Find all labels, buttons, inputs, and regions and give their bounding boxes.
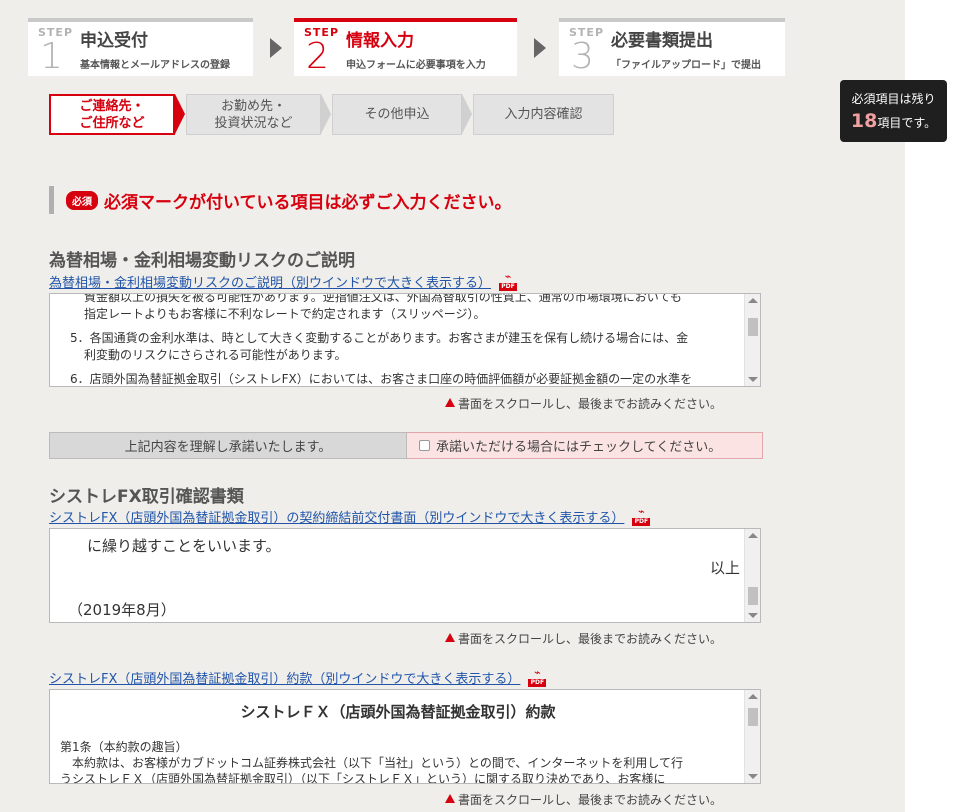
terms-body-line: 本約款は、お客様がカブドットコム証券株式会社（以下「当社」という）との間で、イン… xyxy=(72,756,684,770)
pdf-icon: ⌁ PDF xyxy=(499,271,518,291)
chevron-right-icon xyxy=(175,94,185,134)
agreement-checkbox-label: 承諾いただける場合にはチェックしてください。 xyxy=(436,440,722,455)
badge-suffix: 項目です。 xyxy=(877,116,937,130)
terms-scrollbox[interactable]: シストレＦＸ（店頭外国為替証拠金取引）約款 第1条（本約款の趣旨） 本約款は、お… xyxy=(49,689,761,784)
tab-confirm-label: 入力内容確認 xyxy=(504,107,583,122)
agreement-checkbox-cell[interactable]: 承諾いただける場合にはチェックしてください。 xyxy=(407,432,763,459)
risk-line: 5．各国通貨の金利水準は、時として大きく変動することがあります。お客さまが建玉を… xyxy=(70,331,689,345)
warning-icon xyxy=(445,633,455,642)
tab-confirm-input[interactable]: 入力内容確認 xyxy=(473,94,614,135)
step-3-title: 必要書類提出 xyxy=(611,31,713,51)
risk-line: 6．店頭外国為替証拠金取引（シストレFX）においては、お客さま口座の時価評価額が… xyxy=(70,372,693,386)
pre-contract-link-text: シストレFX（店頭外国為替証拠金取引）の契約締結前交付書面（別ウインドウで大きく… xyxy=(49,511,625,526)
step-3-number: 3 xyxy=(571,36,594,77)
required-notice: 必須 必須マークが付いている項目は必ずご入力ください。 xyxy=(49,186,512,214)
risk-document-link[interactable]: 為替相場・金利相場変動リスクのご説明（別ウインドウで大きく表示する） ⌁ PDF xyxy=(49,271,518,291)
badge-label: 必須項目は残り xyxy=(851,92,936,106)
risk-line: 利変動のリスクにさらされる可能性があります。 xyxy=(84,348,347,362)
sub-step-tabs: ご連絡先・ ご住所など お勤め先・ 投資状況など その他申込 入力内容確認 xyxy=(49,94,614,135)
agreement-row: 上記内容を理解し承諾いたします。 承諾いただける場合にはチェックしてください。 xyxy=(49,432,763,459)
pdf-icon: ⌁ PDF xyxy=(632,506,651,526)
tab-workplace-line2: 投資状況など xyxy=(214,115,293,131)
scrollbar[interactable] xyxy=(744,690,760,783)
step-2: STEP 2 情報入力 申込フォームに必要事項を入力 xyxy=(294,18,517,77)
section-risk-title: 為替相場・金利相場変動リスクのご説明 xyxy=(49,251,355,271)
terms-article: 第1条（本約款の趣旨） xyxy=(60,740,188,754)
step-2-number: 2 xyxy=(306,36,329,77)
tab-workplace-investment[interactable]: お勤め先・ 投資状況など xyxy=(186,94,321,135)
pre-contract-document-link[interactable]: シストレFX（店頭外国為替証拠金取引）の契約締結前交付書面（別ウインドウで大きく… xyxy=(49,506,651,526)
required-remaining-badge: 必須項目は残り 18項目です。 xyxy=(840,80,947,142)
step-2-title: 情報入力 xyxy=(346,31,414,51)
arrow-right-icon xyxy=(534,38,546,58)
pre-contract-scrollbox[interactable]: に繰り越すことをいいます。 以上 （2019年8月） xyxy=(49,528,761,623)
terms-link-text: シストレFX（店頭外国為替証拠金取引）約款（別ウインドウで大きく表示する） xyxy=(49,672,521,687)
scrollbar[interactable] xyxy=(744,529,760,622)
step-2-subtitle: 申込フォームに必要事項を入力 xyxy=(346,60,486,71)
pre-contract-end: 以上 xyxy=(709,559,740,577)
step-1: STEP 1 申込受付 基本情報とメールアドレスの登録 xyxy=(28,18,253,77)
pre-contract-line: に繰り越すことをいいます。 xyxy=(87,537,281,555)
chevron-right-icon xyxy=(321,94,331,134)
tab-contact-address[interactable]: ご連絡先・ ご住所など xyxy=(49,94,175,135)
tab-other-label: その他申込 xyxy=(364,107,430,122)
tab-contact-address-line1: ご連絡先・ xyxy=(79,98,145,114)
chevron-right-icon xyxy=(462,94,472,134)
arrow-right-icon xyxy=(270,38,282,58)
badge-count: 18 xyxy=(850,110,878,132)
agreement-checkbox[interactable] xyxy=(419,440,430,451)
terms-body-line: うシストレＦＸ（店頭外国為替証拠金取引）（以下「シストレＦＸ」という）に関する取… xyxy=(60,772,666,784)
scroll-read-note: 書面をスクロールし、最後までお読みください。 xyxy=(445,791,722,808)
warning-icon xyxy=(445,398,455,407)
step-3: STEP 3 必要書類提出 「ファイルアップロード」で提出 xyxy=(559,18,785,77)
scrollbar[interactable] xyxy=(744,294,760,386)
step-1-number: 1 xyxy=(40,36,63,77)
required-notice-text: 必須マークが付いている項目は必ずご入力ください。 xyxy=(104,192,512,213)
risk-line: 資金額以上の損失を被る可能性があります。逆指値注文は、外国為替取引の性質上、通常… xyxy=(84,293,682,304)
risk-document-link-text: 為替相場・金利相場変動リスクのご説明（別ウインドウで大きく表示する） xyxy=(49,276,492,291)
agreement-label: 上記内容を理解し承諾いたします。 xyxy=(49,432,407,459)
step-1-subtitle: 基本情報とメールアドレスの登録 xyxy=(80,60,230,71)
pdf-icon: ⌁ PDF xyxy=(528,667,547,687)
step-1-title: 申込受付 xyxy=(80,31,148,51)
required-tag: 必須 xyxy=(66,190,98,210)
risk-document-scrollbox[interactable]: 資金額以上の損失を被る可能性があります。逆指値注文は、外国為替取引の性質上、通常… xyxy=(49,293,761,387)
risk-line: 指定レートよりもお客様に不利なレートで約定されます（スリッページ）。 xyxy=(84,307,486,321)
warning-icon xyxy=(445,794,455,803)
terms-heading: シストレＦＸ（店頭外国為替証拠金取引）約款 xyxy=(240,703,556,721)
terms-document-link[interactable]: シストレFX（店頭外国為替証拠金取引）約款（別ウインドウで大きく表示する） ⌁ P… xyxy=(49,667,547,687)
section-systrade-title: シストレFX取引確認書類 xyxy=(49,487,244,507)
tab-workplace-line1: お勤め先・ xyxy=(220,98,286,114)
scroll-read-note: 書面をスクロールし、最後までお読みください。 xyxy=(445,630,722,647)
pre-contract-date: （2019年8月） xyxy=(68,601,176,619)
tab-contact-address-line2: ご住所など xyxy=(79,115,145,131)
scroll-read-note: 書面をスクロールし、最後までお読みください。 xyxy=(445,395,722,412)
tab-other-application[interactable]: その他申込 xyxy=(332,94,462,135)
step-3-subtitle: 「ファイルアップロード」で提出 xyxy=(611,60,761,71)
